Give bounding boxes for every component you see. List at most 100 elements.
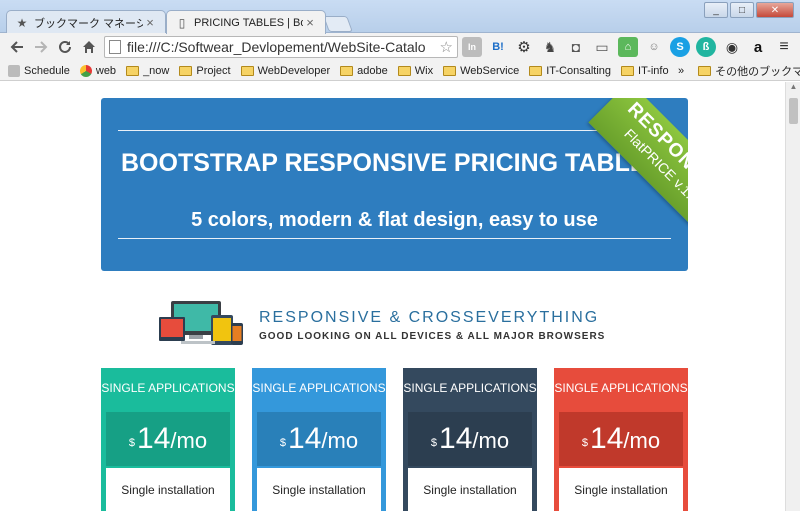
pricing-card-blue: SINGLE APPLICATIONS $ 14 /mo Single inst… bbox=[252, 368, 386, 511]
price-amount: 14 bbox=[439, 422, 473, 455]
currency-symbol: $ bbox=[128, 437, 136, 449]
hero-subtitle: 5 colors, modern & flat design, easy to … bbox=[191, 209, 598, 231]
other-bookmarks-folder[interactable]: その他のブックマーク bbox=[698, 63, 800, 79]
cast-icon[interactable]: ▭ bbox=[592, 37, 612, 57]
price-amount: 14 bbox=[288, 422, 322, 455]
plan-feature: Single installation bbox=[106, 468, 230, 511]
pocket-icon[interactable]: ◘ bbox=[566, 37, 586, 57]
plan-title: SINGLE APPLICATIONS bbox=[101, 381, 235, 395]
folder-icon bbox=[529, 65, 543, 76]
bookmarks-bar: Schedule web _now Project WebDeveloper a… bbox=[0, 61, 800, 81]
face-ext-icon[interactable]: ☺ bbox=[644, 37, 664, 57]
plan-feature: Single installation bbox=[257, 468, 381, 511]
address-bar[interactable]: file:///C:/Softwear_Devlopement/WebSite-… bbox=[104, 36, 458, 58]
minimize-button[interactable]: _ bbox=[704, 2, 728, 18]
circle-ext-icon[interactable]: ◉ bbox=[722, 37, 742, 57]
bookmark-folder-wix[interactable]: Wix bbox=[397, 64, 434, 77]
tab-pricing-tables[interactable]: ▯ PRICING TABLES | Boot × bbox=[166, 10, 326, 34]
folder-icon bbox=[621, 65, 635, 76]
bookmark-schedule[interactable]: Schedule bbox=[8, 64, 70, 77]
menu-icon[interactable]: ≡ bbox=[774, 37, 794, 57]
window-controls: _ □ ✕ bbox=[702, 2, 794, 18]
price-period: /mo bbox=[623, 428, 661, 453]
divider bbox=[118, 238, 671, 239]
forward-button[interactable] bbox=[30, 36, 52, 58]
plan-title: SINGLE APPLICATIONS bbox=[403, 381, 537, 395]
linkedin-ext-icon[interactable]: In bbox=[462, 37, 482, 57]
green-ext-icon[interactable]: ⌂ bbox=[618, 37, 638, 57]
new-tab-button[interactable] bbox=[323, 16, 353, 32]
maximize-button[interactable]: □ bbox=[730, 2, 754, 18]
bookmark-label: web bbox=[95, 64, 117, 77]
browser-toolbar: file:///C:/Softwear_Devlopement/WebSite-… bbox=[0, 33, 800, 61]
amazon-icon[interactable]: a bbox=[748, 37, 768, 57]
bookmark-folder-now[interactable]: _now bbox=[126, 65, 169, 77]
bookmark-label: adobe bbox=[357, 64, 388, 77]
devices-icon bbox=[159, 301, 243, 345]
page-icon bbox=[109, 40, 121, 54]
folder-icon bbox=[126, 65, 140, 76]
bookmark-label: WebService bbox=[460, 64, 520, 77]
extensions-bar: In B! ⚙ ♞ ◘ ▭ ⌂ ☺ S ß ◉ a ≡ bbox=[462, 37, 800, 57]
bookmark-web[interactable]: web bbox=[79, 64, 117, 77]
bookmarks-more: » その他のブックマーク bbox=[678, 61, 800, 81]
teal-ext-icon[interactable]: ß bbox=[696, 37, 716, 57]
hero-title: BOOTSTRAP RESPONSIVE PRICING TABLES bbox=[121, 149, 664, 177]
knight-ext-icon[interactable]: ♞ bbox=[540, 37, 560, 57]
close-icon[interactable]: × bbox=[143, 15, 157, 30]
bookmark-label: Project bbox=[196, 64, 231, 77]
bookmark-folder-adobe[interactable]: adobe bbox=[340, 65, 388, 77]
skype-icon[interactable]: S bbox=[670, 37, 690, 57]
bookmark-folder-it-info[interactable]: IT-info bbox=[621, 65, 669, 77]
star-icon: ★ bbox=[16, 15, 28, 30]
folder-icon bbox=[340, 65, 354, 76]
tagline-subheading: GOOD LOOKING ON ALL DEVICES & ALL MAJOR … bbox=[259, 331, 606, 342]
reload-button[interactable] bbox=[54, 36, 76, 58]
chrome-icon bbox=[79, 64, 92, 77]
plan-price: $ 14 /mo bbox=[408, 412, 532, 466]
url-text[interactable]: file:///C:/Softwear_Devlopement/WebSite-… bbox=[127, 39, 440, 55]
bookmark-folder-webservice[interactable]: WebService bbox=[443, 65, 519, 77]
bookmark-folder-webdeveloper[interactable]: WebDeveloper bbox=[240, 65, 330, 77]
scrollbar-thumb[interactable] bbox=[789, 98, 798, 124]
pricing-card-dark: SINGLE APPLICATIONS $ 14 /mo Single inst… bbox=[403, 368, 537, 511]
divider bbox=[118, 130, 671, 131]
bookmark-favicon bbox=[8, 64, 20, 77]
price-period: /mo bbox=[170, 428, 208, 453]
close-window-button[interactable]: ✕ bbox=[756, 2, 794, 18]
plan-feature: Single installation bbox=[408, 468, 532, 511]
folder-icon bbox=[698, 66, 712, 76]
tab-label: ブックマーク マネージャ bbox=[34, 17, 143, 30]
home-icon bbox=[83, 41, 95, 53]
bookmark-label: Wix bbox=[414, 64, 434, 77]
price-period: /mo bbox=[472, 428, 510, 453]
bookmark-folder-it-consalting[interactable]: IT-Consalting bbox=[529, 65, 611, 77]
price-amount: 14 bbox=[590, 422, 624, 455]
plan-feature: Single installation bbox=[559, 468, 683, 511]
price-period: /mo bbox=[321, 428, 359, 453]
currency-symbol: $ bbox=[279, 437, 287, 449]
bookmarks-overflow-button[interactable]: » bbox=[678, 65, 684, 77]
page-icon: ▯ bbox=[178, 15, 186, 30]
scroll-up-icon[interactable]: ▲ bbox=[786, 82, 800, 96]
hatena-bookmark-icon[interactable]: B! bbox=[488, 37, 508, 57]
bookmark-folder-project[interactable]: Project bbox=[179, 64, 231, 77]
tagline-block: RESPONSIVE & CROSSEVERYTHING GOOD LOOKIN… bbox=[159, 295, 629, 347]
currency-symbol: $ bbox=[581, 437, 589, 449]
title-bar: ★ ブックマーク マネージャ × ▯ PRICING TABLES | Boot… bbox=[0, 0, 800, 34]
folder-icon bbox=[443, 65, 457, 76]
gear-icon[interactable]: ⚙ bbox=[514, 37, 534, 57]
currency-symbol: $ bbox=[430, 437, 438, 449]
back-button[interactable] bbox=[6, 36, 28, 58]
bookmark-label: IT-Consalting bbox=[546, 64, 612, 77]
home-button[interactable] bbox=[78, 36, 100, 58]
tab-bookmark-manager[interactable]: ★ ブックマーク マネージャ × bbox=[6, 10, 166, 34]
tab-label: PRICING TABLES | Boot bbox=[194, 16, 303, 29]
arrow-left-icon bbox=[10, 41, 23, 53]
vertical-scrollbar[interactable]: ▲ bbox=[785, 82, 800, 511]
hero-banner: BOOTSTRAP RESPONSIVE PRICING TABLES 5 co… bbox=[101, 98, 688, 271]
plan-price: $ 14 /mo bbox=[106, 412, 230, 466]
close-icon[interactable]: × bbox=[303, 15, 317, 30]
bookmark-label: その他のブックマーク bbox=[715, 66, 800, 78]
bookmark-star-icon[interactable]: ☆ bbox=[440, 38, 453, 56]
